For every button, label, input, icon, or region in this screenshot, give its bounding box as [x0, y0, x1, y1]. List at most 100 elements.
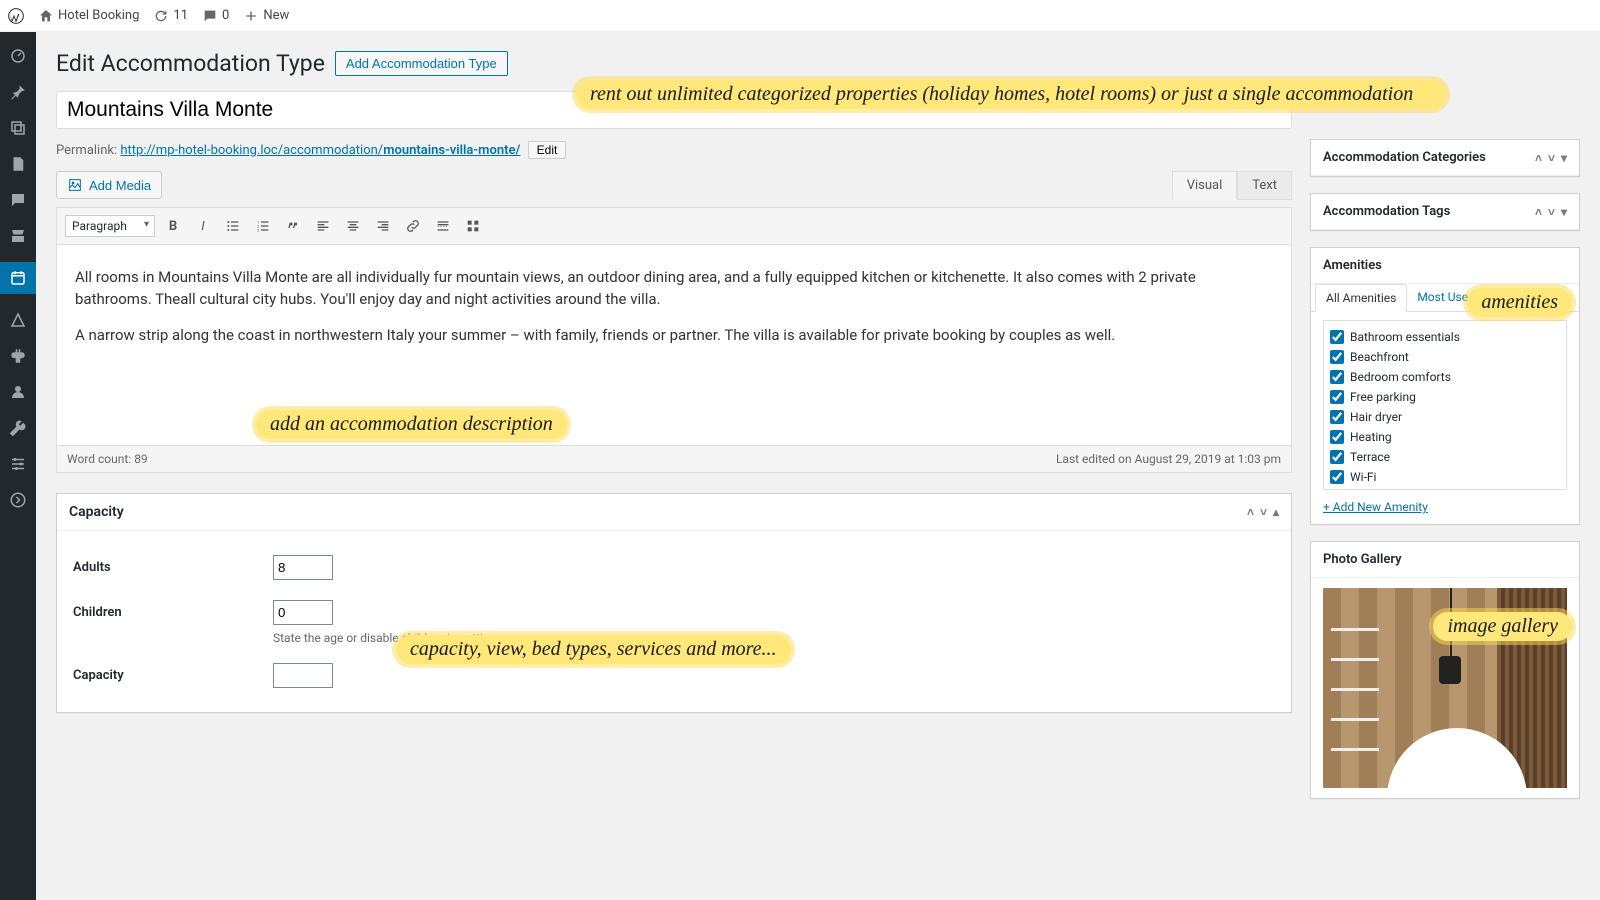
- tags-box: Accommodation Tags ˄ ˅ ▾: [1310, 193, 1580, 231]
- collapse-icon[interactable]: [8, 490, 28, 510]
- add-accommodation-type-button[interactable]: Add Accommodation Type: [335, 51, 508, 76]
- align-left-icon[interactable]: [311, 214, 335, 238]
- calendar-icon[interactable]: [0, 262, 36, 294]
- move-up-icon[interactable]: ˄: [1535, 151, 1542, 165]
- format-select[interactable]: Paragraph: [65, 215, 155, 237]
- read-more-icon[interactable]: [431, 214, 455, 238]
- adults-input[interactable]: [273, 555, 333, 580]
- new-content-link[interactable]: New: [243, 8, 289, 24]
- amenity-checkbox[interactable]: [1330, 370, 1344, 384]
- add-new-amenity-link[interactable]: + Add New Amenity: [1323, 500, 1567, 514]
- bold-icon[interactable]: B: [161, 214, 185, 238]
- amenity-item[interactable]: Bedroom comforts: [1330, 367, 1560, 387]
- tab-all-amenities[interactable]: All Amenities: [1315, 284, 1407, 312]
- align-right-icon[interactable]: [371, 214, 395, 238]
- description-paragraph: All rooms in Mountains Villa Monte are a…: [75, 267, 1273, 311]
- pages-icon[interactable]: [8, 154, 28, 174]
- amenities-list[interactable]: Bathroom essentials Beachfront Bedroom c…: [1323, 320, 1567, 490]
- children-input[interactable]: [273, 600, 333, 625]
- tab-visual[interactable]: Visual: [1172, 171, 1238, 200]
- amenity-checkbox[interactable]: [1330, 470, 1344, 484]
- toolbar-toggle-icon[interactable]: [461, 214, 485, 238]
- updates-count: 11: [173, 8, 188, 23]
- align-center-icon[interactable]: [341, 214, 365, 238]
- accommodation-title-input[interactable]: [56, 91, 1292, 129]
- permalink-row: Permalink: http://mp-hotel-booking.loc/a…: [56, 141, 1292, 159]
- site-home-link[interactable]: Hotel Booking: [38, 8, 139, 24]
- tools-icon[interactable]: [8, 418, 28, 438]
- updates-link[interactable]: 11: [153, 8, 188, 24]
- amenity-checkbox[interactable]: [1330, 330, 1344, 344]
- amenities-box: Amenities All Amenities Most Used Bathro…: [1310, 247, 1580, 525]
- link-icon[interactable]: [401, 214, 425, 238]
- toggle-icon[interactable]: ▴: [1273, 505, 1279, 519]
- move-down-icon[interactable]: ˅: [1548, 151, 1555, 165]
- tab-most-used[interactable]: Most Used: [1407, 284, 1485, 311]
- description-paragraph: A narrow strip along the coast in northw…: [75, 325, 1273, 347]
- settings-slider-icon[interactable]: [8, 454, 28, 474]
- amenity-item[interactable]: Beachfront: [1330, 347, 1560, 367]
- settings-link[interactable]: settings: [460, 631, 503, 645]
- categories-box: Accommodation Categories ˄˅▾: [1310, 139, 1580, 177]
- children-hint: State the age or disable children in set…: [273, 631, 1275, 645]
- store-icon[interactable]: [8, 226, 28, 246]
- capacity-label: Capacity: [73, 668, 273, 683]
- amenity-checkbox[interactable]: [1330, 390, 1344, 404]
- svg-text:3: 3: [257, 227, 259, 232]
- new-label: New: [263, 8, 289, 23]
- dashboard-icon[interactable]: [8, 46, 28, 66]
- media-icon[interactable]: [8, 118, 28, 138]
- amenity-checkbox[interactable]: [1330, 450, 1344, 464]
- toggle-icon[interactable]: ▾: [1561, 151, 1567, 165]
- admin-toolbar: Hotel Booking 11 0 New: [0, 0, 1600, 32]
- amenity-item[interactable]: Wi-Fi: [1330, 467, 1560, 487]
- move-up-icon[interactable]: ˄: [1535, 205, 1542, 219]
- comments-icon[interactable]: [8, 190, 28, 210]
- capacity-box: Capacity ˄ ˅ ▴ Adults Children: [56, 493, 1292, 713]
- amenity-item[interactable]: Hair dryer: [1330, 407, 1560, 427]
- word-count: Word count: 89: [67, 452, 148, 466]
- tags-title: Accommodation Tags: [1323, 204, 1450, 219]
- editor-content[interactable]: All rooms in Mountains Villa Monte are a…: [57, 245, 1291, 445]
- amenity-item[interactable]: Heating: [1330, 427, 1560, 447]
- capacity-input[interactable]: [273, 663, 333, 688]
- page-title: Edit Accommodation Type: [56, 50, 325, 77]
- amenity-item[interactable]: Bathroom essentials: [1330, 327, 1560, 347]
- plugins-icon[interactable]: [8, 346, 28, 366]
- amenity-checkbox[interactable]: [1330, 410, 1344, 424]
- last-edited: Last edited on August 29, 2019 at 1:03 p…: [1056, 452, 1281, 466]
- amenity-checkbox[interactable]: [1330, 430, 1344, 444]
- amenity-item[interactable]: Free parking: [1330, 387, 1560, 407]
- amenity-item[interactable]: Terrace: [1330, 447, 1560, 467]
- comments-link[interactable]: 0: [202, 8, 229, 24]
- adults-label: Adults: [73, 560, 273, 575]
- amenities-title: Amenities: [1323, 258, 1382, 273]
- capacity-title: Capacity: [69, 504, 124, 520]
- appearance-icon[interactable]: [8, 310, 28, 330]
- gallery-thumbnail[interactable]: [1323, 588, 1567, 788]
- toggle-icon[interactable]: ▾: [1561, 205, 1567, 219]
- ol-icon[interactable]: 123: [251, 214, 275, 238]
- amenity-checkbox[interactable]: [1330, 350, 1344, 364]
- ul-icon[interactable]: [221, 214, 245, 238]
- pin-icon[interactable]: [8, 82, 28, 102]
- photo-gallery-box: Photo Gallery: [1310, 541, 1580, 799]
- editor-toolbar: Paragraph B I 123: [57, 208, 1291, 245]
- admin-sidebar: [0, 32, 36, 900]
- move-down-icon[interactable]: ˅: [1548, 205, 1555, 219]
- italic-icon[interactable]: I: [191, 214, 215, 238]
- permalink-label: Permalink:: [56, 143, 117, 158]
- add-media-button[interactable]: Add Media: [56, 171, 162, 199]
- move-up-icon[interactable]: ˄: [1247, 505, 1254, 519]
- children-label: Children: [73, 605, 273, 620]
- permalink-url[interactable]: http://mp-hotel-booking.loc/accommodatio…: [120, 143, 520, 158]
- gallery-title: Photo Gallery: [1323, 552, 1402, 567]
- site-name: Hotel Booking: [58, 8, 139, 23]
- quote-icon[interactable]: [281, 214, 305, 238]
- wp-logo[interactable]: [8, 8, 24, 24]
- users-icon[interactable]: [8, 382, 28, 402]
- move-down-icon[interactable]: ˅: [1260, 505, 1267, 519]
- tab-text[interactable]: Text: [1237, 171, 1292, 200]
- comments-count: 0: [222, 8, 229, 23]
- edit-permalink-button[interactable]: Edit: [528, 141, 567, 159]
